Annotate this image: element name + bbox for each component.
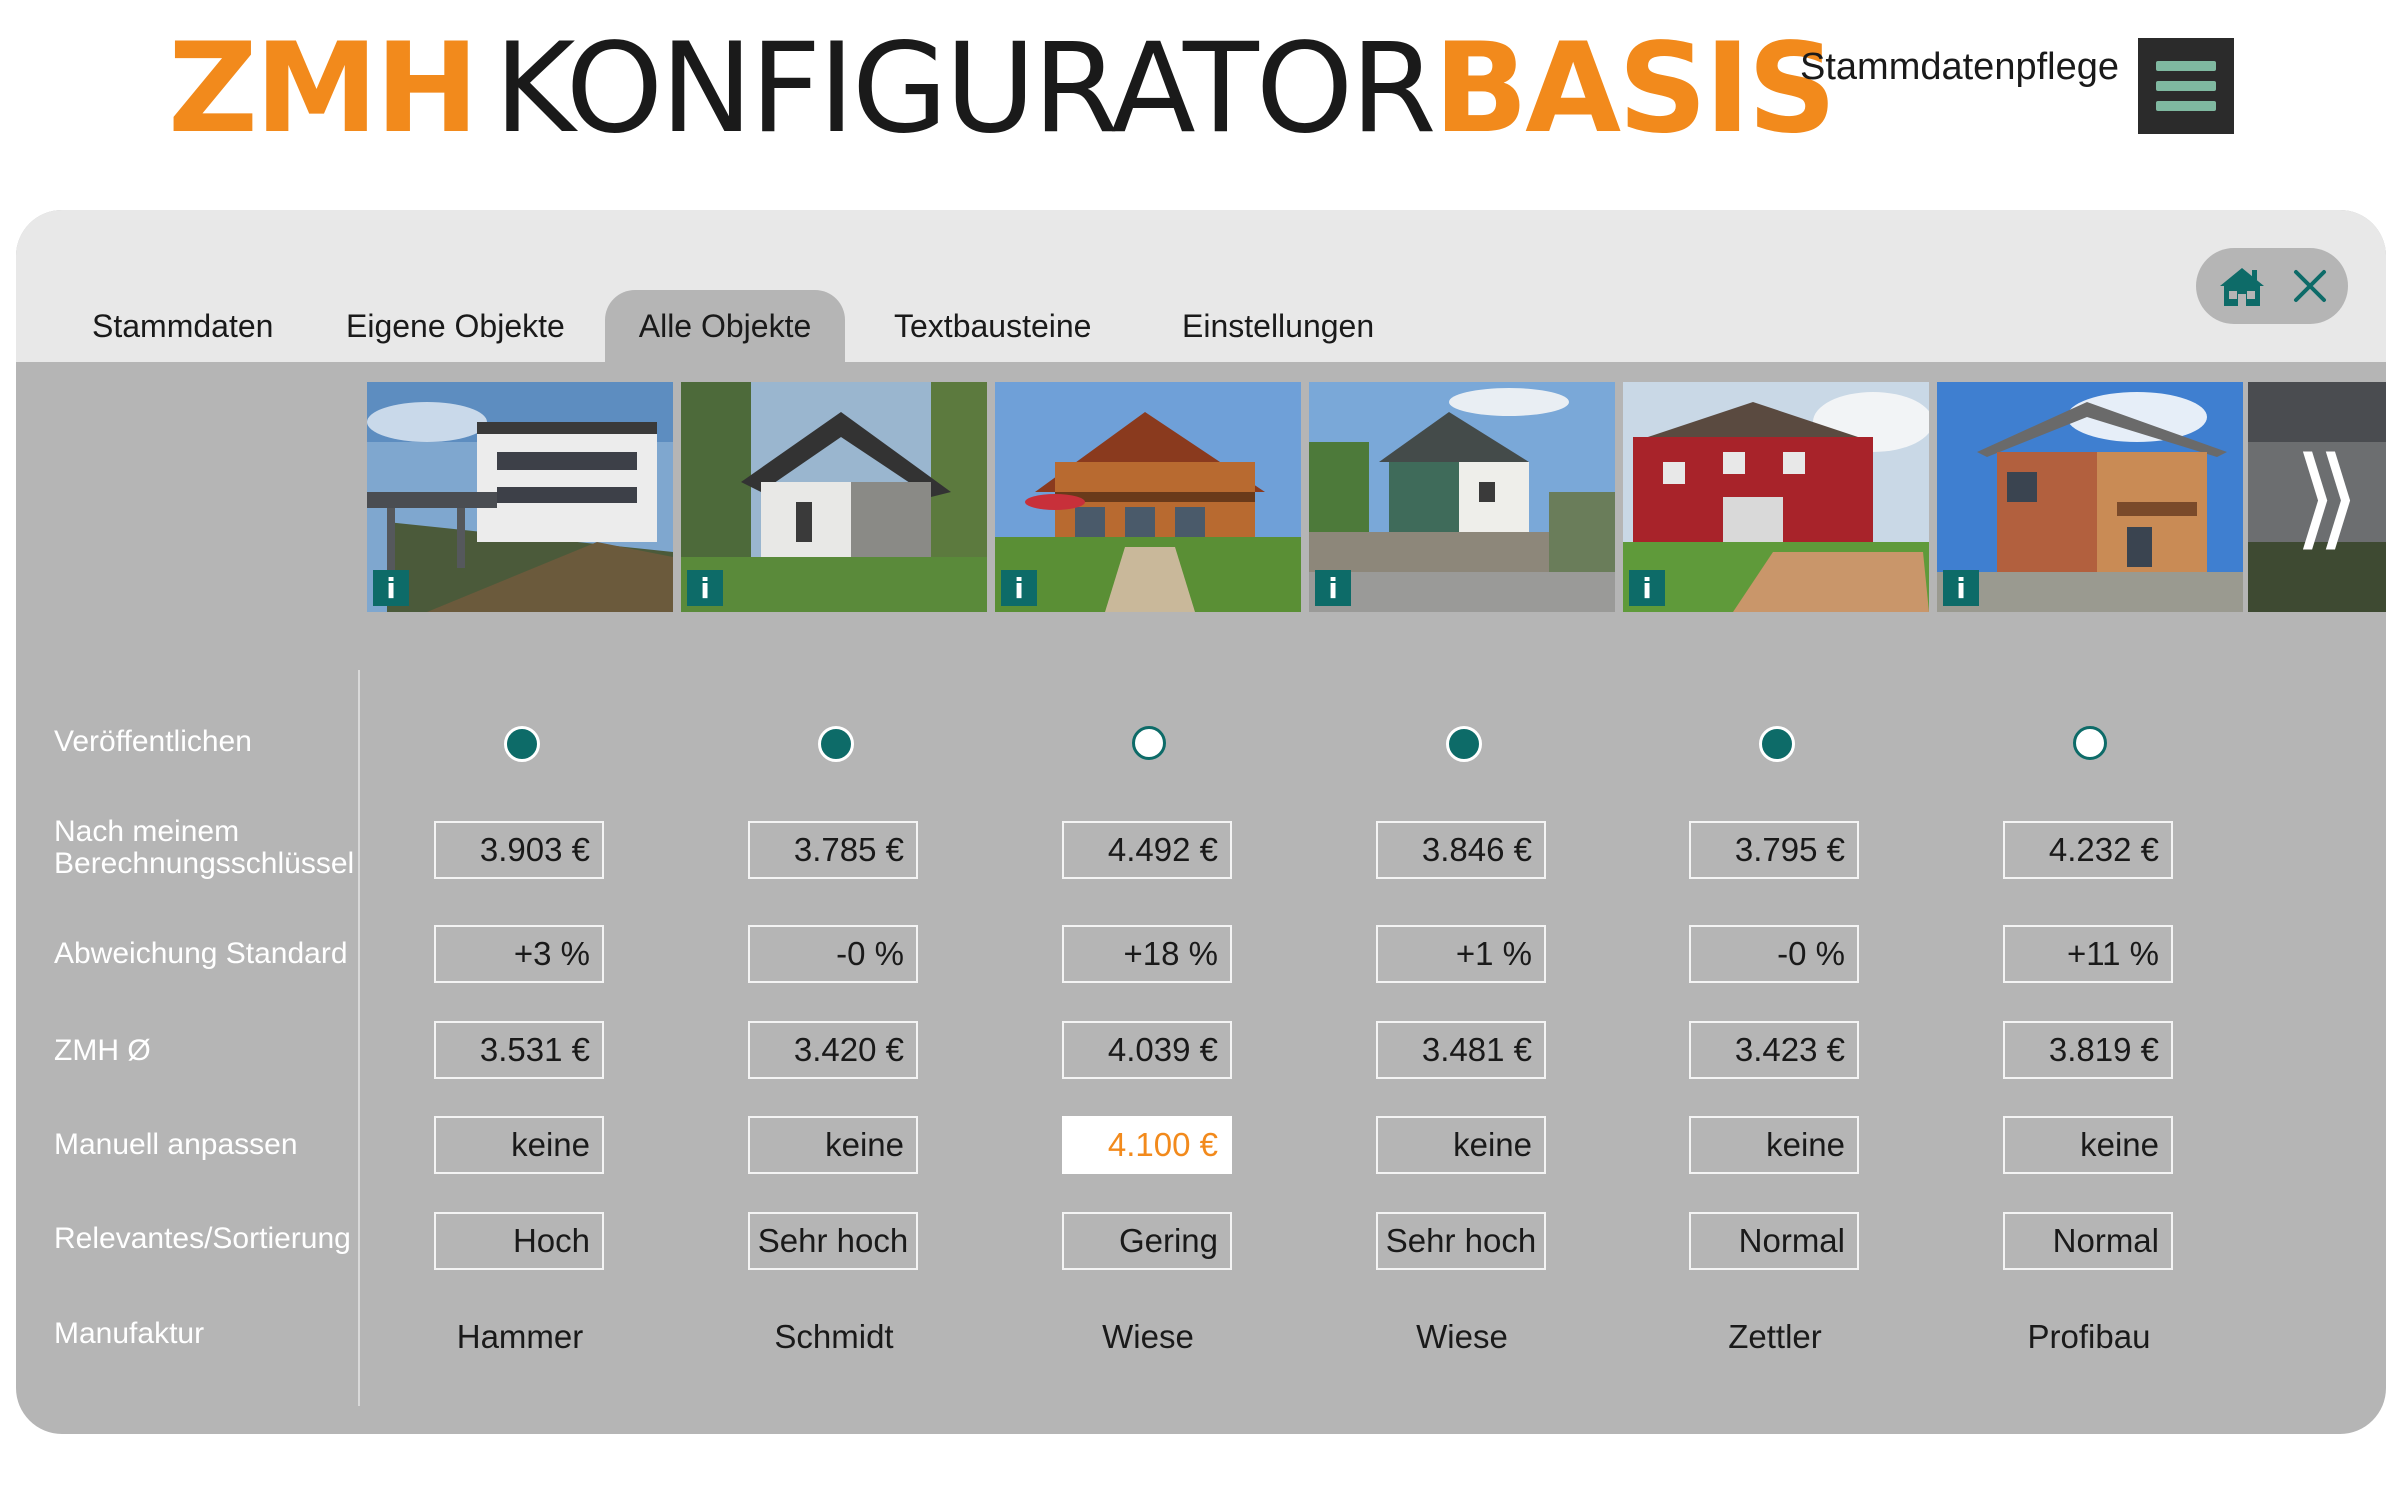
tab-alle-objekte[interactable]: Alle Objekte [605,290,845,362]
calc-value-field-2[interactable]: 3.785 € [748,821,918,879]
publish-radio-5[interactable] [1759,726,1795,762]
calc-value-field-3[interactable]: 4.492 € [1062,821,1232,879]
app-logo: ZMH KONFIGURATOR BASIS [168,14,1837,164]
object-thumbnail-6[interactable]: i [1937,382,2243,612]
deviation-field-1[interactable]: +3 % [434,925,604,983]
deviation-field-3[interactable]: +18 % [1062,925,1232,983]
relevance-field-1[interactable]: Hoch [434,1212,604,1270]
home-close-pill [2196,248,2348,324]
zmh-avg-field-3[interactable]: 4.039 € [1062,1021,1232,1079]
object-thumbnail-5[interactable]: i [1623,382,1929,612]
hamburger-menu-icon[interactable] [2138,38,2234,134]
calc-value-field-4[interactable]: 3.846 € [1376,821,1546,879]
tab-stammdaten[interactable]: Stammdaten [54,290,311,362]
manual-field-5[interactable]: keine [1689,1116,1859,1174]
zmh-avg-field-5[interactable]: 3.423 € [1689,1021,1859,1079]
tab-textbausteine[interactable]: Textbausteine [856,290,1129,362]
relevance-field-5[interactable]: Normal [1689,1212,1859,1270]
manual-field-1[interactable]: keine [434,1116,604,1174]
manual-field-4[interactable]: keine [1376,1116,1546,1174]
info-icon[interactable]: i [1943,570,1979,606]
stammdatenpflege-link[interactable]: Stammdatenpflege [1800,46,2119,89]
zmh-avg-field-2[interactable]: 3.420 € [748,1021,918,1079]
close-icon[interactable] [2292,268,2328,304]
home-icon[interactable] [2217,264,2267,308]
manual-field-2[interactable]: keine [748,1116,918,1174]
row-label-publish: Veröffentlichen [54,725,252,758]
double-chevron-right-icon: ⟩⟩ [2294,433,2360,561]
row-label-relevance: Relevantes/Sortierung [54,1222,351,1255]
tab-eigene-objekte[interactable]: Eigene Objekte [308,290,603,362]
relevance-field-4[interactable]: Sehr hoch [1376,1212,1546,1270]
manufacturer-2: Schmidt [774,1318,894,1355]
manufacturer-1: Hammer [456,1318,584,1355]
object-thumbnail-4[interactable]: i [1309,382,1615,612]
zmh-avg-field-4[interactable]: 3.481 € [1376,1021,1546,1079]
row-label-calc-key-line2: Berechnungsschlüssel [54,847,355,880]
publish-radio-6[interactable] [2073,726,2107,760]
publish-radio-4[interactable] [1446,726,1482,762]
manufacturer-5: Zettler [1728,1318,1822,1355]
deviation-field-4[interactable]: +1 % [1376,925,1546,983]
row-label-deviation: Abweichung Standard [54,937,348,970]
logo-zmh: ZMH [168,17,479,161]
manufacturer-6: Profibau [2027,1318,2151,1355]
manual-field-6[interactable]: keine [2003,1116,2173,1174]
next-objects-button[interactable]: ⟩⟩ [2248,382,2386,612]
deviation-field-5[interactable]: -0 % [1689,925,1859,983]
manufacturer-3: Wiese [1102,1318,1194,1355]
object-thumbnail-2[interactable]: i [681,382,987,612]
relevance-field-6[interactable]: Normal [2003,1212,2173,1270]
relevance-field-2[interactable]: Sehr hoch [748,1212,918,1270]
object-thumbnail-3[interactable]: i [995,382,1301,612]
row-label-calc-key: Nach meinem Berechnungsschlüssel [54,816,354,880]
label-divider [358,670,360,1406]
row-label-manufacturer: Manufaktur [54,1317,205,1350]
zmh-avg-field-6[interactable]: 3.819 € [2003,1021,2173,1079]
row-label-manual: Manuell anpassen [54,1128,298,1161]
info-icon[interactable]: i [1001,570,1037,606]
logo-basis: BASIS [1433,17,1837,161]
tab-einstellungen[interactable]: Einstellungen [1144,290,1412,362]
info-icon[interactable]: i [373,570,409,606]
calc-value-field-1[interactable]: 3.903 € [434,821,604,879]
tab-bar: Stammdaten Eigene Objekte Alle Objekte T… [16,210,2386,362]
info-icon[interactable]: i [687,570,723,606]
calc-value-field-6[interactable]: 4.232 € [2003,821,2173,879]
info-icon[interactable]: i [1315,570,1351,606]
logo-konfigurator: KONFIGURATOR [494,17,1436,161]
row-label-zmh-avg: ZMH Ø [54,1034,151,1067]
deviation-field-2[interactable]: -0 % [748,925,918,983]
main-panel: Stammdaten Eigene Objekte Alle Objekte T… [16,210,2386,1434]
row-label-calc-key-line1: Nach meinem [54,815,240,848]
relevance-field-3[interactable]: Gering [1062,1212,1232,1270]
publish-radio-1[interactable] [504,726,540,762]
deviation-field-6[interactable]: +11 % [2003,925,2173,983]
zmh-avg-field-1[interactable]: 3.531 € [434,1021,604,1079]
publish-radio-3[interactable] [1132,726,1166,760]
manufacturer-4: Wiese [1416,1318,1508,1355]
calc-value-field-5[interactable]: 3.795 € [1689,821,1859,879]
object-thumbnail-1[interactable]: i [367,382,673,612]
manual-field-3[interactable]: 4.100 € [1062,1116,1232,1174]
info-icon[interactable]: i [1629,570,1665,606]
publish-radio-2[interactable] [818,726,854,762]
